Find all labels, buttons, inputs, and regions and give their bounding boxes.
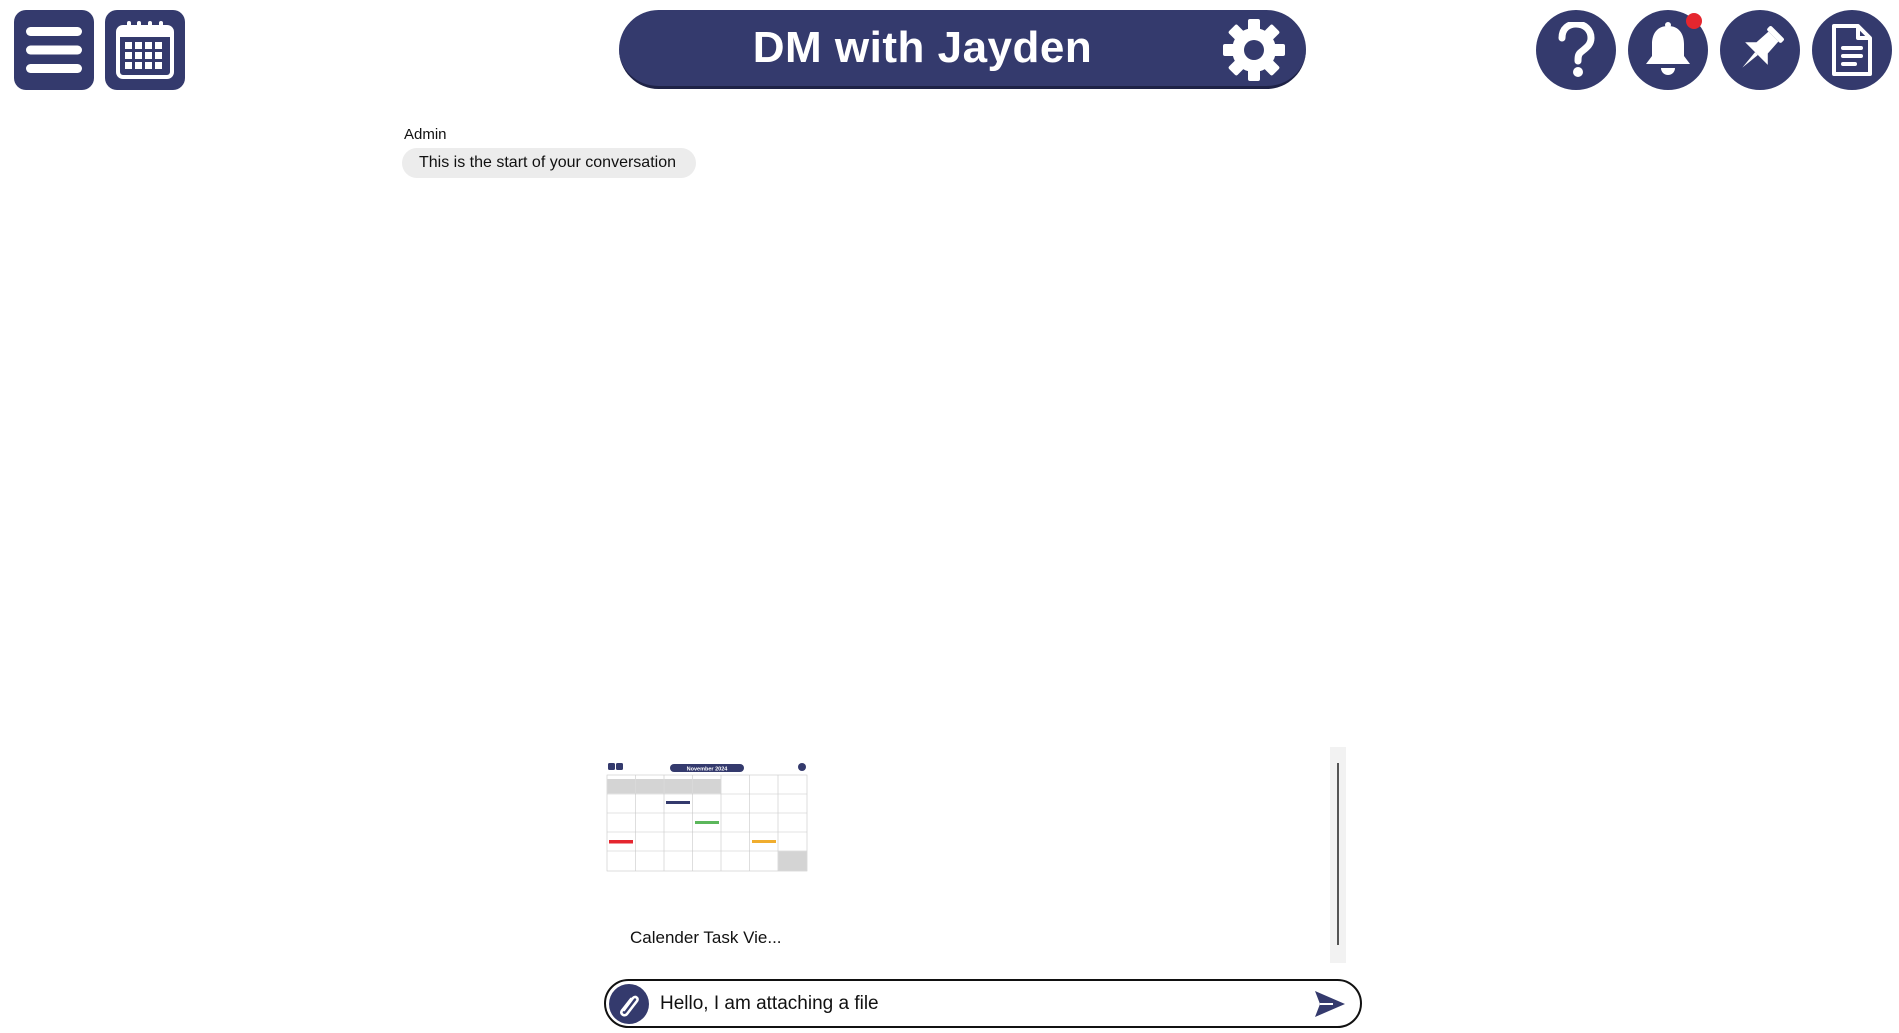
page-title: DM with Jayden	[752, 23, 1093, 72]
attachment-tray: November 2024 Calender Task Vie...	[600, 747, 1346, 963]
message-input[interactable]	[660, 987, 1260, 1021]
pin-icon	[1742, 26, 1784, 68]
attachment-file-name: Calender Task Vie...	[630, 928, 782, 947]
scrollbar-thumb[interactable]	[1337, 763, 1339, 945]
hamburger-icon	[26, 27, 82, 73]
menu-button[interactable]	[14, 10, 94, 90]
bell-icon	[1646, 22, 1690, 75]
message-text: This is the start of your conversation	[419, 154, 676, 171]
gear-icon	[1223, 19, 1285, 81]
attachment-thumbnail: November 2024	[606, 761, 808, 873]
thumbnail-title: November 2024	[687, 767, 729, 773]
help-button[interactable]	[1536, 10, 1616, 90]
notifications-button[interactable]	[1628, 10, 1708, 90]
notification-badge	[1686, 13, 1702, 29]
calendar-button[interactable]	[105, 10, 185, 90]
notes-button[interactable]	[1812, 10, 1892, 90]
paperclip-icon	[620, 995, 639, 1017]
calendar-icon	[116, 21, 174, 79]
dm-page: DM with Jayden Admin This is the start o…	[0, 0, 1899, 1033]
conversation-header: DM with Jayden	[619, 10, 1306, 89]
question-icon	[1558, 22, 1595, 77]
message-bubble: This is the start of your conversation	[402, 148, 696, 178]
document-icon	[1832, 24, 1872, 76]
send-button[interactable]	[1312, 988, 1348, 1020]
pinned-button[interactable]	[1720, 10, 1800, 90]
message-composer	[604, 979, 1362, 1028]
attach-file-button[interactable]	[609, 984, 649, 1024]
send-icon	[1315, 991, 1345, 1017]
attachment-card[interactable]: November 2024 Calender Task Vie...	[606, 761, 808, 947]
message-sender: Admin	[404, 126, 447, 143]
settings-button[interactable]	[1220, 16, 1288, 84]
attachment-scrollbar[interactable]	[1330, 747, 1346, 963]
